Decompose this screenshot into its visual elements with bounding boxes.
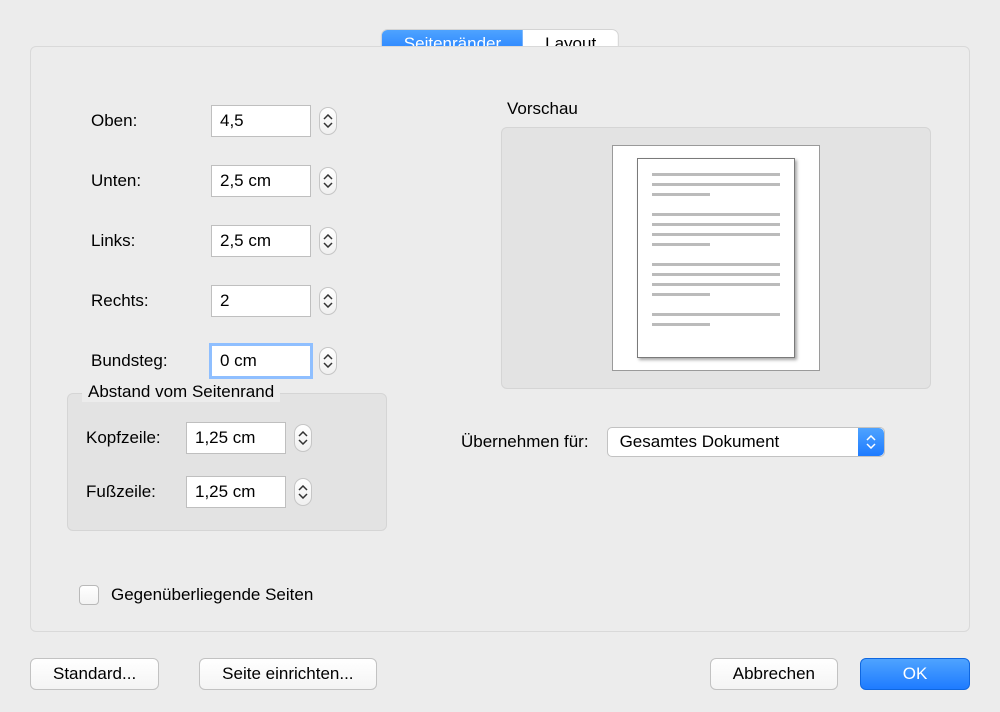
right-margin-input[interactable] bbox=[211, 285, 311, 317]
margins-panel: Oben: Unten: Links: bbox=[30, 46, 970, 632]
left-margin-label: Links: bbox=[91, 231, 211, 251]
gutter-spin[interactable] bbox=[319, 347, 337, 375]
footer-distance-spin[interactable] bbox=[294, 478, 312, 506]
apply-select-value: Gesamtes Dokument bbox=[620, 432, 780, 452]
chevron-up-icon bbox=[323, 354, 333, 360]
left-margin-spin[interactable] bbox=[319, 227, 337, 255]
footer-distance-stepper bbox=[186, 476, 312, 508]
chevron-up-icon bbox=[298, 431, 308, 437]
top-margin-input[interactable] bbox=[211, 105, 311, 137]
chevron-down-icon bbox=[323, 182, 333, 188]
chevron-down-icon bbox=[323, 242, 333, 248]
page-setup-button[interactable]: Seite einrichten... bbox=[199, 658, 376, 690]
footer-distance-label: Fußzeile: bbox=[86, 482, 186, 502]
top-margin-label: Oben: bbox=[91, 111, 211, 131]
chevron-up-icon bbox=[323, 294, 333, 300]
bottom-margin-input[interactable] bbox=[211, 165, 311, 197]
footer-distance-input[interactable] bbox=[186, 476, 286, 508]
bottom-margin-label: Unten: bbox=[91, 171, 211, 191]
preview-column: Vorschau bbox=[501, 99, 931, 389]
chevron-down-icon bbox=[323, 362, 333, 368]
preview-page-outer bbox=[612, 145, 820, 371]
chevron-up-icon bbox=[323, 234, 333, 240]
right-margin-label: Rechts: bbox=[91, 291, 211, 311]
preview-page-inner bbox=[637, 158, 795, 358]
margins-column: Oben: Unten: Links: bbox=[91, 105, 411, 377]
chevron-up-icon bbox=[298, 485, 308, 491]
apply-row: Übernehmen für: Gesamtes Dokument bbox=[461, 427, 885, 457]
bottom-margin-stepper bbox=[211, 165, 337, 197]
mirror-pages-checkbox[interactable] bbox=[79, 585, 99, 605]
apply-select[interactable]: Gesamtes Dokument bbox=[607, 427, 885, 457]
edge-distance-group: Abstand vom Seitenrand Kopfzeile: Fußzei… bbox=[67, 393, 387, 531]
gutter-label: Bundsteg: bbox=[91, 351, 211, 371]
ok-button[interactable]: OK bbox=[860, 658, 970, 690]
preview-box bbox=[501, 127, 931, 389]
standard-button[interactable]: Standard... bbox=[30, 658, 159, 690]
right-margin-stepper bbox=[211, 285, 337, 317]
mirror-pages-label: Gegenüberliegende Seiten bbox=[111, 585, 313, 605]
left-margin-input[interactable] bbox=[211, 225, 311, 257]
header-distance-stepper bbox=[186, 422, 312, 454]
bottom-margin-spin[interactable] bbox=[319, 167, 337, 195]
chevron-up-icon bbox=[323, 114, 333, 120]
left-margin-stepper bbox=[211, 225, 337, 257]
gutter-stepper bbox=[211, 345, 337, 377]
select-arrows-icon bbox=[858, 428, 884, 456]
preview-title: Vorschau bbox=[507, 99, 931, 119]
chevron-down-icon bbox=[323, 122, 333, 128]
header-distance-spin[interactable] bbox=[294, 424, 312, 452]
chevron-up-icon bbox=[323, 174, 333, 180]
apply-label: Übernehmen für: bbox=[461, 432, 589, 452]
right-margin-spin[interactable] bbox=[319, 287, 337, 315]
mirror-pages-row: Gegenüberliegende Seiten bbox=[79, 585, 313, 605]
top-margin-stepper bbox=[211, 105, 337, 137]
gutter-input[interactable] bbox=[211, 345, 311, 377]
dialog-buttons: Standard... Seite einrichten... Abbreche… bbox=[30, 658, 970, 690]
chevron-down-icon bbox=[323, 302, 333, 308]
chevron-down-icon bbox=[298, 493, 308, 499]
chevron-down-icon bbox=[298, 439, 308, 445]
cancel-button[interactable]: Abbrechen bbox=[710, 658, 838, 690]
header-distance-input[interactable] bbox=[186, 422, 286, 454]
edge-distance-legend: Abstand vom Seitenrand bbox=[82, 382, 280, 402]
top-margin-spin[interactable] bbox=[319, 107, 337, 135]
header-distance-label: Kopfzeile: bbox=[86, 428, 186, 448]
